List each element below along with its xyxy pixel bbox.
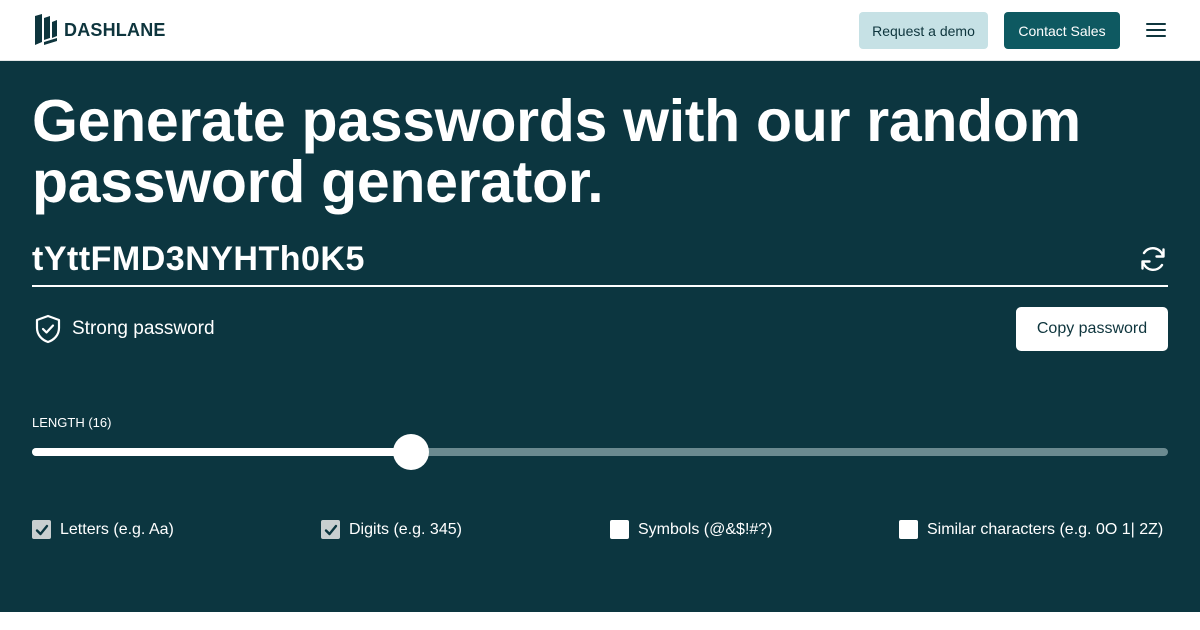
digits-checkbox[interactable] <box>321 520 340 539</box>
shield-check-icon <box>35 314 61 344</box>
password-generator-section: Generate passwords with our random passw… <box>0 61 1200 612</box>
page-title: Generate passwords with our random passw… <box>32 88 1081 215</box>
refresh-icon <box>1141 246 1165 272</box>
letters-checkbox[interactable] <box>32 520 51 539</box>
generated-password[interactable]: tYttFMD3NYHTh0K5 <box>32 240 365 279</box>
similar-characters-checkbox[interactable] <box>899 520 918 539</box>
request-demo-button[interactable]: Request a demo <box>859 12 988 49</box>
hamburger-menu-icon <box>1146 23 1166 37</box>
checkmark-icon <box>35 524 48 535</box>
contact-sales-button[interactable]: Contact Sales <box>1004 12 1120 49</box>
length-label: LENGTH (16) <box>32 415 112 430</box>
similar-characters-label: Similar characters (e.g. 0O 1| 2Z) <box>927 520 1164 538</box>
option-similar-characters[interactable]: Similar characters (e.g. 0O 1| 2Z) <box>899 520 1163 539</box>
password-field[interactable]: tYttFMD3NYHTh0K5 <box>32 238 1168 287</box>
option-symbols[interactable]: Symbols (@&$!#?) <box>610 520 773 539</box>
symbols-label: Symbols (@&$!#?) <box>638 520 773 538</box>
copy-password-button[interactable]: Copy password <box>1016 307 1168 351</box>
site-header: DASHLANE Request a demo Contact Sales <box>0 0 1200 61</box>
password-strength: Strong password <box>34 314 215 344</box>
dashlane-logo[interactable]: DASHLANE <box>34 14 166 46</box>
strength-label: Strong password <box>72 318 215 339</box>
regenerate-button[interactable] <box>1138 244 1168 274</box>
slider-fill <box>32 448 411 456</box>
checkmark-icon <box>324 524 337 535</box>
length-slider[interactable] <box>32 434 1168 470</box>
digits-label: Digits (e.g. 345) <box>349 520 462 538</box>
dashlane-logo-icon <box>35 14 57 45</box>
letters-label: Letters (e.g. Aa) <box>60 520 174 538</box>
brand-name: DASHLANE <box>64 19 166 40</box>
slider-thumb[interactable] <box>393 434 429 470</box>
option-letters[interactable]: Letters (e.g. Aa) <box>32 520 174 539</box>
menu-button[interactable] <box>1144 20 1168 40</box>
character-options: Letters (e.g. Aa) Digits (e.g. 345) Symb… <box>32 520 1192 544</box>
option-digits[interactable]: Digits (e.g. 345) <box>321 520 462 539</box>
symbols-checkbox[interactable] <box>610 520 629 539</box>
